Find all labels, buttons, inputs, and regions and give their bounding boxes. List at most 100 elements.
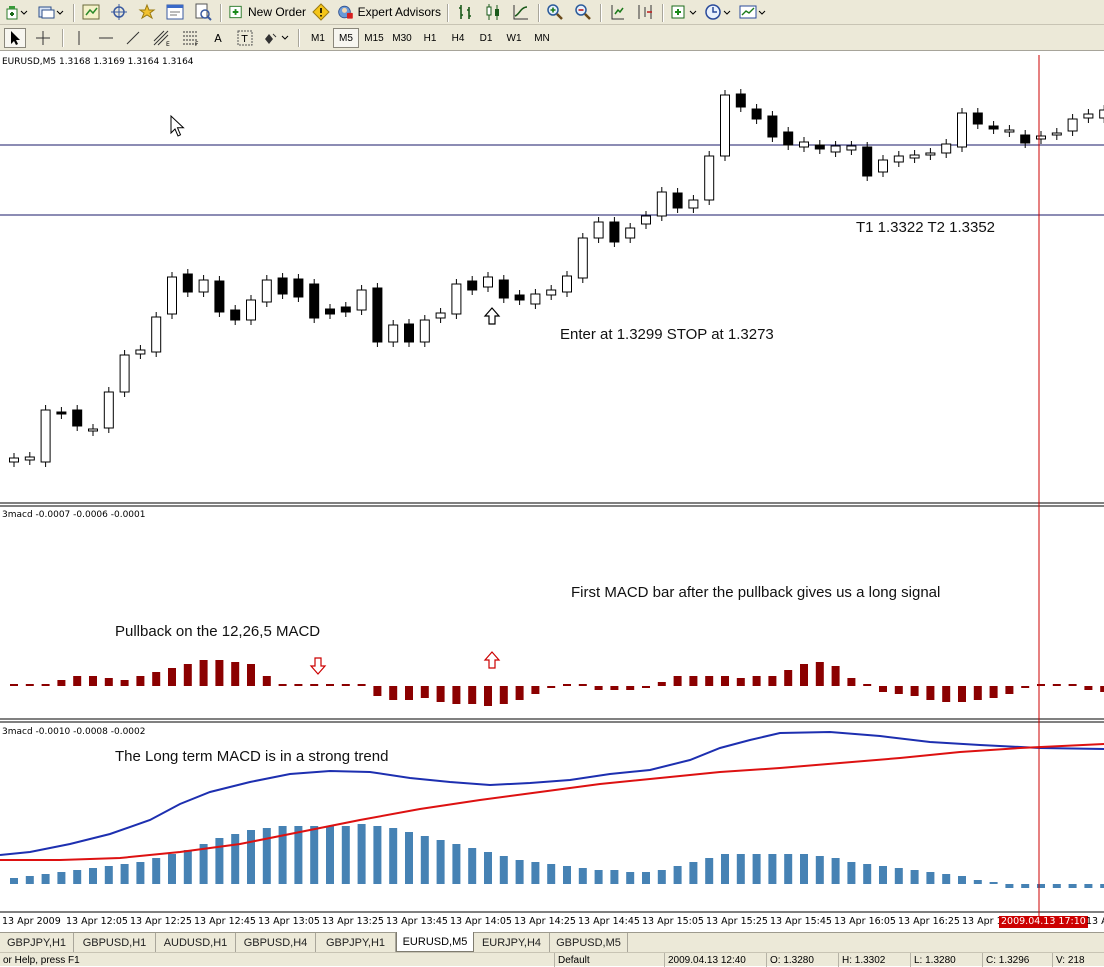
chart-tab[interactable]: EURJPY,H4 bbox=[474, 933, 550, 952]
short-macd-bar bbox=[547, 686, 555, 688]
auto-scroll-icon[interactable] bbox=[606, 2, 628, 22]
line-chart-icon[interactable] bbox=[510, 2, 532, 22]
long-macd-bar bbox=[358, 824, 366, 884]
crosshair-navigator-icon[interactable] bbox=[108, 2, 130, 22]
long-macd-bar bbox=[1053, 884, 1061, 888]
long-macd-bar bbox=[500, 856, 508, 884]
long-macd-bar bbox=[847, 862, 855, 884]
market-watch-icon[interactable] bbox=[80, 2, 102, 22]
candle-body bbox=[120, 355, 129, 392]
status-high: H: 1.3302 bbox=[838, 953, 908, 967]
timeframe-mn-button[interactable]: MN bbox=[529, 28, 555, 48]
time-axis-label: 13 Apr 14:45 bbox=[578, 916, 640, 927]
timeframe-m5-button[interactable]: M5 bbox=[333, 28, 359, 48]
short-macd-bar bbox=[437, 686, 445, 702]
vertical-line-icon[interactable] bbox=[68, 28, 90, 48]
status-profile[interactable]: Default bbox=[554, 953, 662, 967]
chart-tab[interactable]: AUDUSD,H1 bbox=[156, 933, 236, 952]
candle-body bbox=[926, 153, 935, 155]
short-macd-bar bbox=[863, 684, 871, 686]
trendline-icon[interactable] bbox=[122, 28, 144, 48]
cursor-arrow-icon[interactable] bbox=[4, 28, 26, 48]
candle-body bbox=[405, 324, 414, 342]
chart-tab[interactable]: GBPJPY,H1 bbox=[316, 933, 396, 952]
short-macd-bar bbox=[768, 676, 776, 686]
timeframe-m1-button[interactable]: M1 bbox=[305, 28, 331, 48]
short-macd-bar bbox=[990, 686, 998, 698]
long-macd-bar bbox=[863, 864, 871, 884]
short-macd-histogram bbox=[10, 660, 1104, 706]
long-macd-bar bbox=[563, 866, 571, 884]
expert-advisors-button[interactable]: Expert Advisors bbox=[337, 2, 441, 22]
time-axis-label: 13 Apr 16:25 bbox=[898, 916, 960, 927]
chart-canvas[interactable] bbox=[0, 52, 1104, 932]
candle-body bbox=[452, 284, 461, 314]
profiles-button[interactable] bbox=[36, 2, 66, 22]
short-macd-bar bbox=[326, 684, 334, 686]
equidistant-channel-icon[interactable]: E bbox=[150, 28, 174, 48]
short-macd-bar bbox=[531, 686, 539, 694]
chart-tab[interactable]: GBPUSD,M5 bbox=[550, 933, 628, 952]
candle-body bbox=[800, 142, 809, 147]
templates-button[interactable] bbox=[738, 2, 768, 22]
bar-chart-icon[interactable] bbox=[454, 2, 476, 22]
short-macd-bar bbox=[911, 686, 919, 696]
long-macd-header: 3macd -0.0010 -0.0008 -0.0002 bbox=[2, 727, 145, 737]
long-macd-bar bbox=[800, 854, 808, 884]
horizontal-line-icon[interactable] bbox=[95, 28, 117, 48]
short-macd-bar bbox=[879, 686, 887, 692]
time-axis-trailing-label: 13 A bbox=[1086, 916, 1104, 927]
zoom-out-icon[interactable] bbox=[572, 2, 594, 22]
crosshair-icon[interactable] bbox=[32, 28, 54, 48]
time-axis-label: 13 Apr 15:25 bbox=[706, 916, 768, 927]
new-order-icon bbox=[228, 4, 245, 20]
text-tool-icon[interactable]: A bbox=[208, 28, 228, 48]
timeframe-h4-button[interactable]: H4 bbox=[445, 28, 471, 48]
long-macd-bar bbox=[1021, 884, 1029, 888]
timeframe-d1-button[interactable]: D1 bbox=[473, 28, 499, 48]
candle-body bbox=[831, 146, 840, 152]
long-macd-bar bbox=[547, 864, 555, 884]
terminal-window-icon[interactable] bbox=[164, 2, 186, 22]
short-macd-bar bbox=[484, 686, 492, 706]
short-macd-bar bbox=[231, 662, 239, 686]
short-macd-bar bbox=[1005, 686, 1013, 694]
short-macd-bar bbox=[942, 686, 950, 702]
timeframe-h1-button[interactable]: H1 bbox=[417, 28, 443, 48]
svg-text:T: T bbox=[241, 34, 249, 45]
timeframe-w1-button[interactable]: W1 bbox=[501, 28, 527, 48]
periodicity-clock-button[interactable] bbox=[703, 2, 733, 22]
short-macd-bar bbox=[405, 686, 413, 700]
expert-advisors-label: Expert Advisors bbox=[358, 5, 441, 19]
chart-tab[interactable]: EURUSD,M5 bbox=[396, 932, 474, 952]
indicators-button[interactable] bbox=[669, 2, 699, 22]
zoom-in-icon[interactable] bbox=[544, 2, 566, 22]
long-macd-histogram bbox=[10, 824, 1104, 888]
chart-tab[interactable]: GBPUSD,H1 bbox=[74, 933, 156, 952]
favorites-star-icon[interactable] bbox=[136, 2, 158, 22]
candle-body bbox=[168, 277, 177, 314]
text-label-icon[interactable]: T bbox=[234, 28, 256, 48]
short-macd-bar bbox=[10, 684, 18, 686]
strategy-tester-icon[interactable] bbox=[192, 2, 214, 22]
candle-body bbox=[673, 193, 682, 208]
arrows-dropdown-button[interactable] bbox=[262, 28, 292, 48]
long-macd-bar bbox=[737, 854, 745, 884]
candlestick-chart-icon[interactable] bbox=[482, 2, 504, 22]
chart-tab[interactable]: GBPUSD,H4 bbox=[236, 933, 316, 952]
new-order-button[interactable]: New Order bbox=[228, 2, 306, 22]
short-macd-bar bbox=[579, 684, 587, 686]
chart-tab[interactable]: GBPJPY,H1 bbox=[0, 933, 74, 952]
candle-body bbox=[468, 281, 477, 290]
metaeditor-icon[interactable] bbox=[310, 2, 332, 22]
candle-body bbox=[547, 290, 556, 295]
timeframe-m30-button[interactable]: M30 bbox=[389, 28, 415, 48]
candle-body bbox=[278, 278, 287, 294]
trend-annotation: The Long term MACD is in a strong trend bbox=[115, 748, 388, 765]
chart-shift-icon[interactable] bbox=[634, 2, 656, 22]
long-macd-bar bbox=[642, 872, 650, 884]
fibonacci-retracement-icon[interactable]: F bbox=[179, 28, 203, 48]
candle-body bbox=[152, 317, 161, 352]
new-chart-button[interactable] bbox=[4, 2, 30, 22]
timeframe-m15-button[interactable]: M15 bbox=[361, 28, 387, 48]
